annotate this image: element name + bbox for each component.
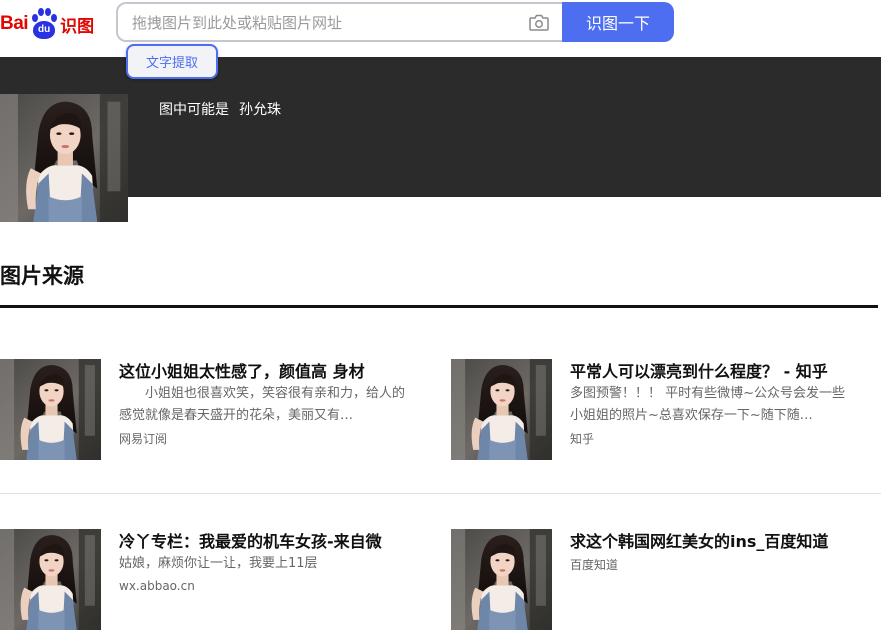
search-by-image-button[interactable]: 识图一下 [562,2,674,42]
source-thumbnail[interactable] [0,529,101,630]
search-box[interactable] [116,2,563,42]
source-title[interactable]: 求这个韩国网红美女的ins_百度知道 [570,528,828,552]
paw-icon: du [29,7,59,41]
source-site: 网易订阅 [119,432,168,446]
source-description: 姑娘，麻烦你让一让，我要上11层 [119,556,318,571]
source-thumbnail[interactable] [0,359,101,460]
source-card[interactable]: 求这个韩国网红美女的ins_百度知道 百度知道 [451,529,871,634]
source-site: 百度知道 [570,558,619,572]
search-bar: 识图一下 [116,2,674,42]
source-card[interactable]: 冷丫专栏：我最爱的机车女孩-来自微 姑娘，麻烦你让一让，我要上11层 wx.ab… [0,529,420,634]
baidu-shitu-logo[interactable]: Bai du 识图 [0,6,100,42]
logo-text-bai: Bai [0,13,29,34]
logo-text-shitu: 识图 [60,16,95,37]
logo-text-du: du [37,24,51,35]
source-description: 多图预警！！！ 平时有些微博~公众号会发一些小姐姐的照片~总喜欢保存一下~随下随… [570,386,846,423]
source-card[interactable]: 平常人可以漂亮到什么程度？ - 知乎 多图预警！！！ 平时有些微博~公众号会发一… [451,359,871,464]
section-divider [0,305,878,308]
image-url-input[interactable] [132,12,512,34]
query-image-thumbnail[interactable] [0,94,128,222]
source-title[interactable]: 冷丫专栏：我最爱的机车女孩-来自微 [119,528,382,552]
source-card[interactable]: 这位小姐姐太性感了，颜值高 身材 小姐姐也很喜欢笑，笑容很有亲和力，给人的感觉就… [0,359,420,464]
source-title[interactable]: 这位小姐姐太性感了，颜值高 身材 [119,358,365,382]
row-divider [0,493,881,494]
source-description: 小姐姐也很喜欢笑，笑容很有亲和力，给人的感觉就像是春天盛开的花朵，美丽又有… [119,386,406,423]
recognition-result: 图中可能是 孙允珠 [159,99,281,119]
source-thumbnail[interactable] [451,529,552,630]
text-extract-button[interactable]: 文字提取 [126,44,218,79]
section-title: 图片来源 [0,264,84,288]
result-label: 图中可能是 [159,102,229,118]
source-title[interactable]: 平常人可以漂亮到什么程度？ - 知乎 [570,358,828,382]
camera-icon[interactable] [529,14,549,31]
source-site: 知乎 [570,432,595,446]
source-thumbnail[interactable] [451,359,552,460]
result-person-name[interactable]: 孙允珠 [239,102,281,118]
source-site: wx.abbao.cn [119,579,195,593]
